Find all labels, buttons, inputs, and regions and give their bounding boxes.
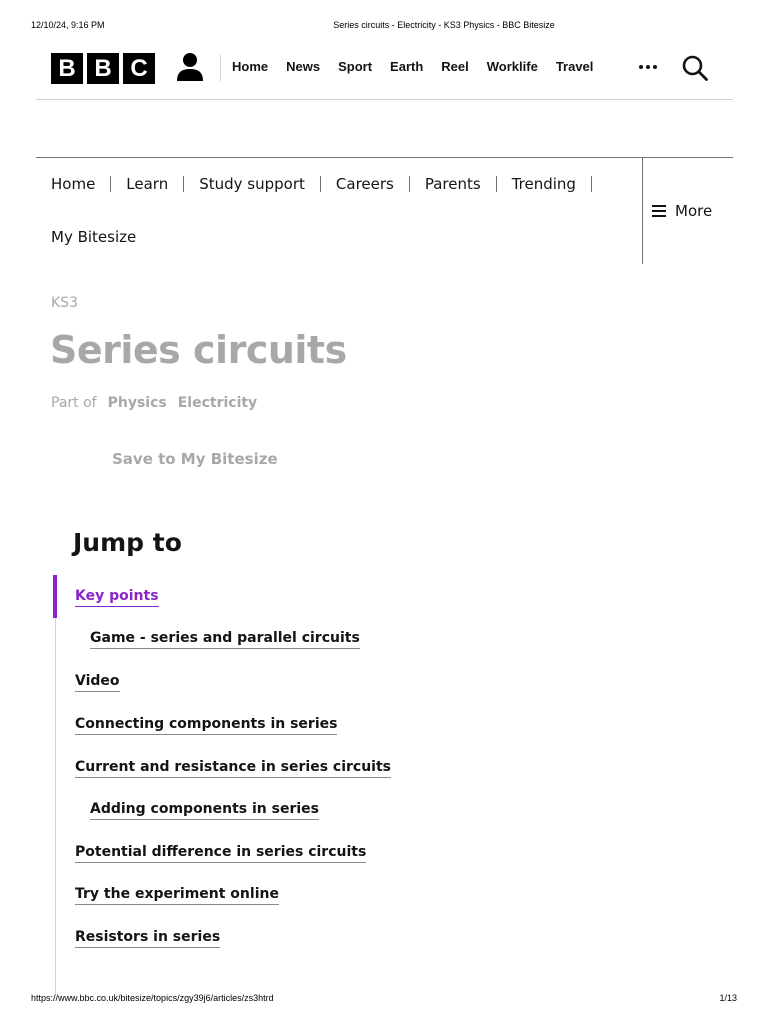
jump-to-link[interactable]: Potential difference in series circuits bbox=[75, 843, 367, 863]
print-page-title: Series circuits - Electricity - KS3 Phys… bbox=[333, 20, 555, 30]
jump-to-link[interactable]: Current and resistance in series circuit… bbox=[75, 758, 391, 778]
breadcrumb-electricity-link[interactable]: Electricity bbox=[178, 395, 257, 411]
nav-separator bbox=[110, 176, 112, 192]
jump-to-heading: Jump to bbox=[73, 528, 182, 557]
search-icon[interactable] bbox=[682, 55, 708, 81]
nav-divider bbox=[220, 55, 221, 81]
bitesize-nav-careers[interactable]: Careers bbox=[336, 175, 394, 193]
active-indicator bbox=[53, 575, 57, 618]
nav-separator bbox=[495, 176, 497, 192]
bitesize-more-button[interactable]: More bbox=[642, 158, 712, 264]
bbc-logo-block: C bbox=[123, 53, 155, 84]
nav-separator bbox=[590, 176, 592, 192]
more-label: More bbox=[675, 202, 713, 220]
bitesize-nav: Home Learn Study support Careers Parents… bbox=[36, 157, 733, 264]
jump-to-link[interactable]: Game - series and parallel circuits bbox=[90, 629, 360, 649]
bbc-logo-block: B bbox=[51, 53, 83, 84]
bitesize-nav-learn[interactable]: Learn bbox=[126, 175, 168, 193]
more-menu-icon[interactable] bbox=[639, 65, 657, 69]
jump-to-link[interactable]: Key points bbox=[75, 587, 159, 607]
nav-separator bbox=[183, 176, 185, 192]
part-of-label: Part of bbox=[51, 395, 97, 411]
print-page-number: 1/13 bbox=[719, 993, 737, 1003]
jump-to-link[interactable]: Adding components in series bbox=[90, 800, 320, 820]
global-nav-earth[interactable]: Earth bbox=[390, 59, 423, 74]
bitesize-nav-my-bitesize[interactable]: My Bitesize bbox=[51, 228, 136, 246]
jump-to-rail bbox=[55, 575, 56, 995]
jump-to-link[interactable]: Resistors in series bbox=[75, 928, 221, 948]
bitesize-nav-trending[interactable]: Trending bbox=[512, 175, 576, 193]
global-nav-news[interactable]: News bbox=[286, 59, 320, 74]
bbc-global-header: B B C Home News Sport Earth Reel Worklif… bbox=[36, 40, 733, 100]
global-nav-travel[interactable]: Travel bbox=[556, 59, 594, 74]
bitesize-nav-study-support[interactable]: Study support bbox=[199, 175, 305, 193]
save-to-my-bitesize-button[interactable]: Save to My Bitesize bbox=[112, 450, 278, 468]
bbc-logo-block: B bbox=[87, 53, 119, 84]
jump-to-link[interactable]: Video bbox=[75, 672, 120, 692]
hamburger-icon bbox=[652, 205, 666, 217]
account-icon[interactable] bbox=[176, 52, 204, 82]
bitesize-nav-home[interactable]: Home bbox=[51, 175, 95, 193]
global-nav-sport[interactable]: Sport bbox=[338, 59, 372, 74]
bbc-logo[interactable]: B B C bbox=[51, 53, 155, 84]
page-title: Series circuits bbox=[50, 328, 347, 372]
nav-separator bbox=[319, 176, 321, 192]
breadcrumb-physics-link[interactable]: Physics bbox=[108, 395, 167, 411]
global-nav-home[interactable]: Home bbox=[232, 59, 268, 74]
global-nav-reel[interactable]: Reel bbox=[441, 59, 468, 74]
global-nav: Home News Sport Earth Reel Worklife Trav… bbox=[232, 59, 611, 74]
level-label: KS3 bbox=[51, 295, 78, 311]
jump-to-link[interactable]: Connecting components in series bbox=[75, 715, 338, 735]
global-nav-worklife[interactable]: Worklife bbox=[487, 59, 538, 74]
bitesize-nav-parents[interactable]: Parents bbox=[425, 175, 481, 193]
nav-separator bbox=[408, 176, 410, 192]
breadcrumb: Part of Physics Electricity bbox=[51, 395, 257, 411]
bitesize-nav-links: Home Learn Study support Careers Parents… bbox=[51, 174, 631, 280]
print-url: https://www.bbc.co.uk/bitesize/topics/zg… bbox=[31, 993, 274, 1003]
jump-to-link[interactable]: Try the experiment online bbox=[75, 885, 279, 905]
